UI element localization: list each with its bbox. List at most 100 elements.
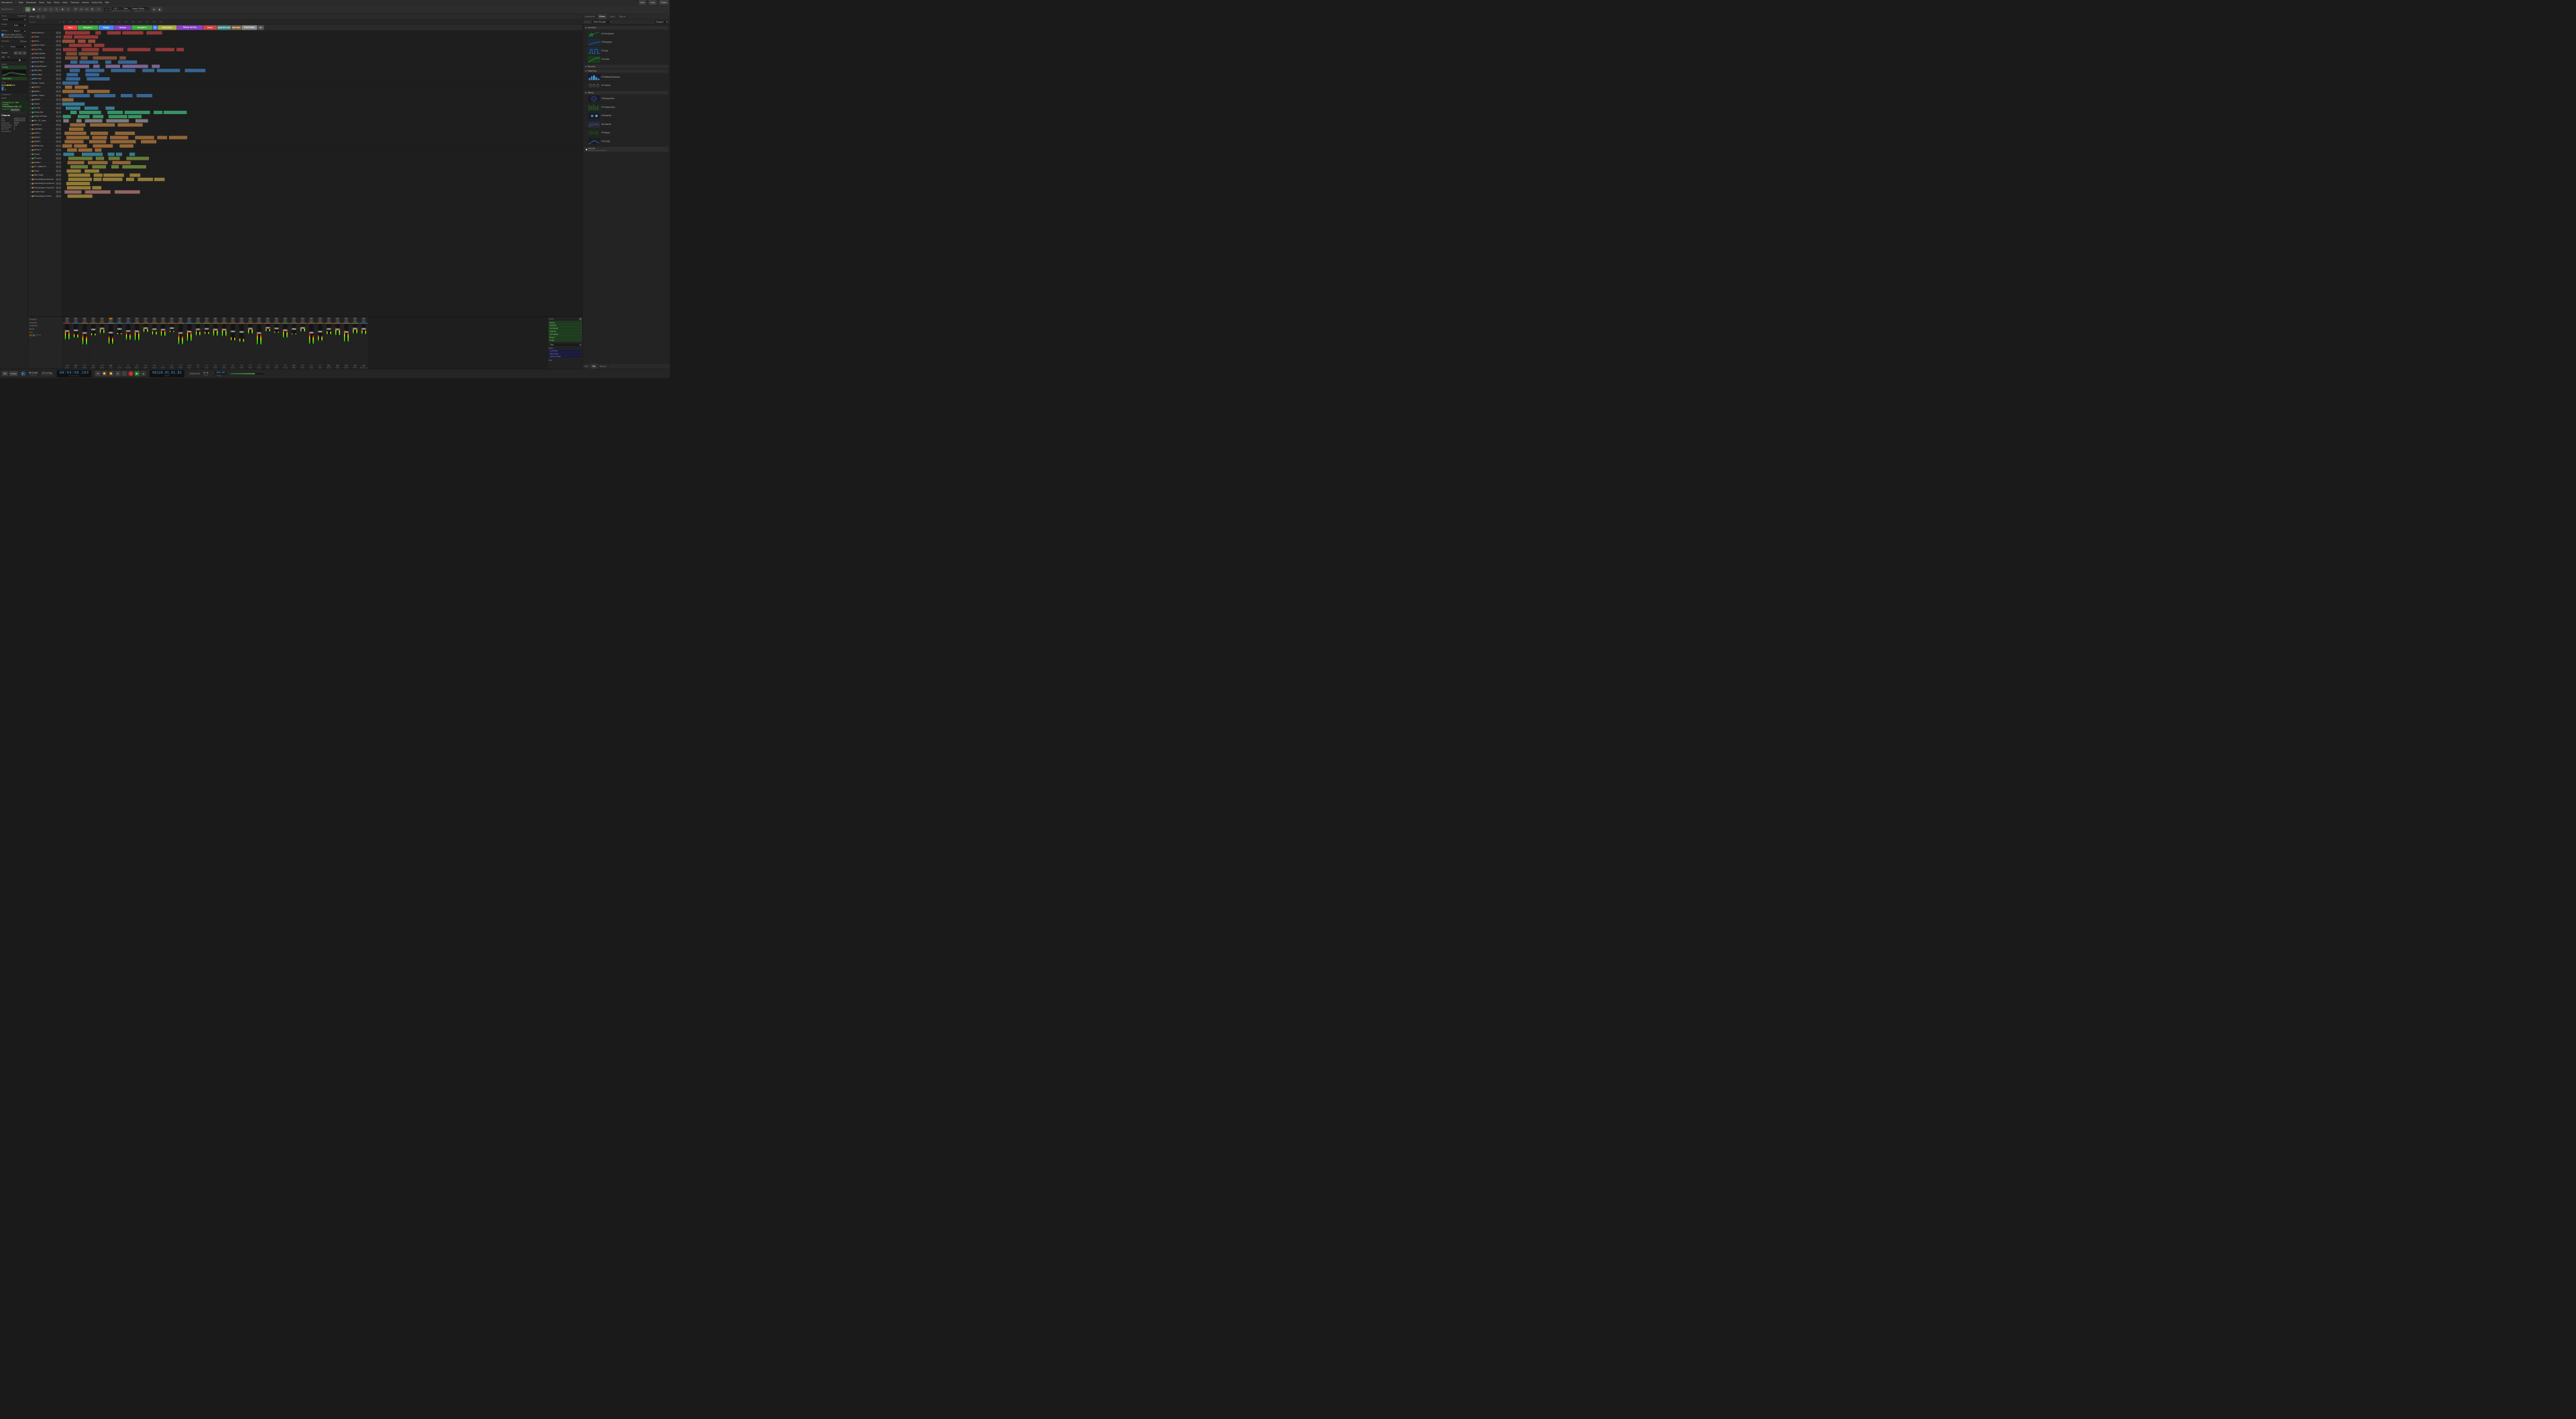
- track-s-30[interactable]: S: [58, 157, 61, 160]
- ch-m-btn-28[interactable]: M: [309, 317, 313, 320]
- track-clip-5-0[interactable]: [66, 52, 77, 55]
- fx-multiband[interactable]: FX Multiband Dynamics: [584, 72, 668, 81]
- fader-thumb-11[interactable]: [161, 329, 166, 331]
- track-clip-10-0[interactable]: [66, 73, 78, 77]
- ch-s-btn-27[interactable]: S: [301, 320, 305, 323]
- zoom-btn[interactable]: 🔍: [90, 7, 95, 12]
- ch-m-btn-2[interactable]: M: [83, 317, 87, 320]
- arr-refrain[interactable]: Refrain: [114, 26, 131, 30]
- track-clip-4-5[interactable]: [176, 48, 184, 51]
- fader-20[interactable]: [241, 324, 243, 342]
- in-select[interactable]: Keiner: [9, 45, 26, 48]
- play-btn[interactable]: [135, 371, 140, 376]
- track-clip-6-3[interactable]: [119, 56, 126, 60]
- arr-piano-part[interactable]: Piano Part: [231, 26, 242, 30]
- track-clip-30-2[interactable]: [109, 156, 120, 160]
- track-clip-30-0[interactable]: [68, 156, 93, 160]
- track-clip-24-2[interactable]: [115, 132, 135, 135]
- scratch-transport-btn[interactable]: ◉: [141, 371, 146, 376]
- track-clip-36-0[interactable]: [66, 182, 90, 185]
- ch-m-btn-25[interactable]: M: [283, 317, 287, 320]
- fader-thumb-31[interactable]: [336, 328, 340, 330]
- track-clip-15-1[interactable]: [94, 94, 115, 97]
- track-s-32[interactable]: S: [58, 166, 61, 168]
- track-clip-35-2[interactable]: [103, 178, 122, 181]
- fader-15[interactable]: [197, 324, 199, 336]
- track-clip-20-4[interactable]: [128, 115, 142, 118]
- menu-event[interactable]: Event: [54, 1, 60, 4]
- track-clip-25-1[interactable]: [92, 136, 107, 139]
- track-clip-4-2[interactable]: [103, 48, 123, 51]
- track-clip-4-1[interactable]: [82, 48, 99, 51]
- ch-m-btn-11[interactable]: M: [161, 317, 165, 320]
- listen-tool[interactable]: ?: [66, 7, 70, 12]
- ch-m-btn-23[interactable]: M: [266, 317, 270, 320]
- menu-ansicht[interactable]: Ansicht: [82, 1, 89, 4]
- tab-browse[interactable]: Browse: [598, 364, 609, 369]
- start-button[interactable]: Start: [639, 0, 646, 5]
- track-clip-24-0[interactable]: [64, 132, 87, 135]
- track-s-25[interactable]: S: [58, 136, 61, 139]
- ch-s-btn-12[interactable]: S: [170, 320, 174, 323]
- fader-10[interactable]: [154, 324, 156, 335]
- track-clip-0-4[interactable]: [146, 31, 162, 34]
- track-clip-9-4[interactable]: [157, 68, 181, 72]
- track-clip-4-0[interactable]: [63, 48, 77, 51]
- track-s-16[interactable]: S: [58, 99, 61, 101]
- track-s-19[interactable]: S: [58, 111, 61, 113]
- track-clip-8-0[interactable]: [64, 64, 89, 68]
- track-s-23[interactable]: S: [58, 128, 61, 130]
- track-clip-24-1[interactable]: [91, 132, 108, 135]
- arr-outro[interactable]: Outro: [203, 26, 217, 30]
- track-clip-25-3[interactable]: [136, 136, 154, 139]
- fx-channel-strip[interactable]: FX Channel Strip: [584, 103, 668, 111]
- arr-br[interactable]: Br: [152, 26, 157, 30]
- track-clip-8-3[interactable]: [123, 64, 148, 68]
- track-clip-19-0[interactable]: [70, 111, 76, 114]
- track-s-17[interactable]: S: [58, 103, 61, 105]
- menu-spur[interactable]: Spur: [47, 1, 52, 4]
- gruppe-select[interactable]: Keine: [12, 23, 26, 27]
- fx-mixtool-r[interactable]: FX Mixtool: [584, 129, 668, 138]
- track-clip-35-0[interactable]: [68, 178, 92, 181]
- track-s-1[interactable]: S: [58, 36, 61, 38]
- timestretch-select[interactable]: Drums: [1, 18, 26, 21]
- fader-thumb-29[interactable]: [318, 331, 323, 333]
- track-clip-15-2[interactable]: [121, 94, 133, 97]
- track-clip-29-0[interactable]: [63, 152, 74, 156]
- to-start-btn[interactable]: ⏮: [95, 371, 101, 376]
- arr-synth-solo[interactable]: Synth Solo short: [217, 26, 231, 30]
- track-clip-0-3[interactable]: [123, 31, 144, 34]
- tab-edit[interactable]: Edit: [582, 364, 590, 369]
- ch-s-btn-17[interactable]: S: [213, 320, 217, 323]
- ch-m-btn-15[interactable]: M: [196, 317, 200, 320]
- track-clip-6-2[interactable]: [93, 56, 117, 60]
- track-clip-23-0[interactable]: [69, 128, 84, 131]
- fader-26[interactable]: [293, 324, 295, 334]
- track-s-15[interactable]: S: [58, 95, 61, 97]
- track-s-7[interactable]: S: [58, 61, 61, 64]
- fader-thumb-5[interactable]: [109, 332, 113, 334]
- fx-pro-eq-r[interactable]: FX Pro EQ: [584, 137, 668, 146]
- ch-s-btn-34[interactable]: S: [362, 320, 366, 323]
- track-clip-21-0[interactable]: [63, 119, 68, 122]
- ch-s-btn-18[interactable]: S: [222, 320, 226, 323]
- insert-limiter[interactable]: Limiter: [548, 339, 582, 342]
- fader-thumb-10[interactable]: [152, 328, 157, 330]
- track-clip-12-0[interactable]: [62, 81, 79, 85]
- phase-meter-insert[interactable]: Phase Meter: [1, 77, 26, 80]
- loop-btn[interactable]: ⟳: [85, 7, 89, 12]
- ch-m-btn-12[interactable]: M: [170, 317, 174, 320]
- ch-m-btn-16[interactable]: M: [205, 317, 209, 320]
- fader-31[interactable]: [337, 324, 339, 335]
- fader-thumb-12[interactable]: [170, 327, 174, 329]
- post-select[interactable]: Post: [548, 343, 582, 346]
- track-clip-27-1[interactable]: [74, 144, 87, 148]
- track-clip-26-1[interactable]: [89, 140, 106, 144]
- fader-thumb-26[interactable]: [292, 328, 297, 330]
- fader-30[interactable]: [328, 324, 330, 334]
- forward-btn[interactable]: ⏭: [79, 7, 84, 12]
- track-clip-31-0[interactable]: [68, 161, 85, 164]
- ch-s-btn-11[interactable]: S: [161, 320, 165, 323]
- ch-s-btn-7[interactable]: S: [126, 320, 130, 323]
